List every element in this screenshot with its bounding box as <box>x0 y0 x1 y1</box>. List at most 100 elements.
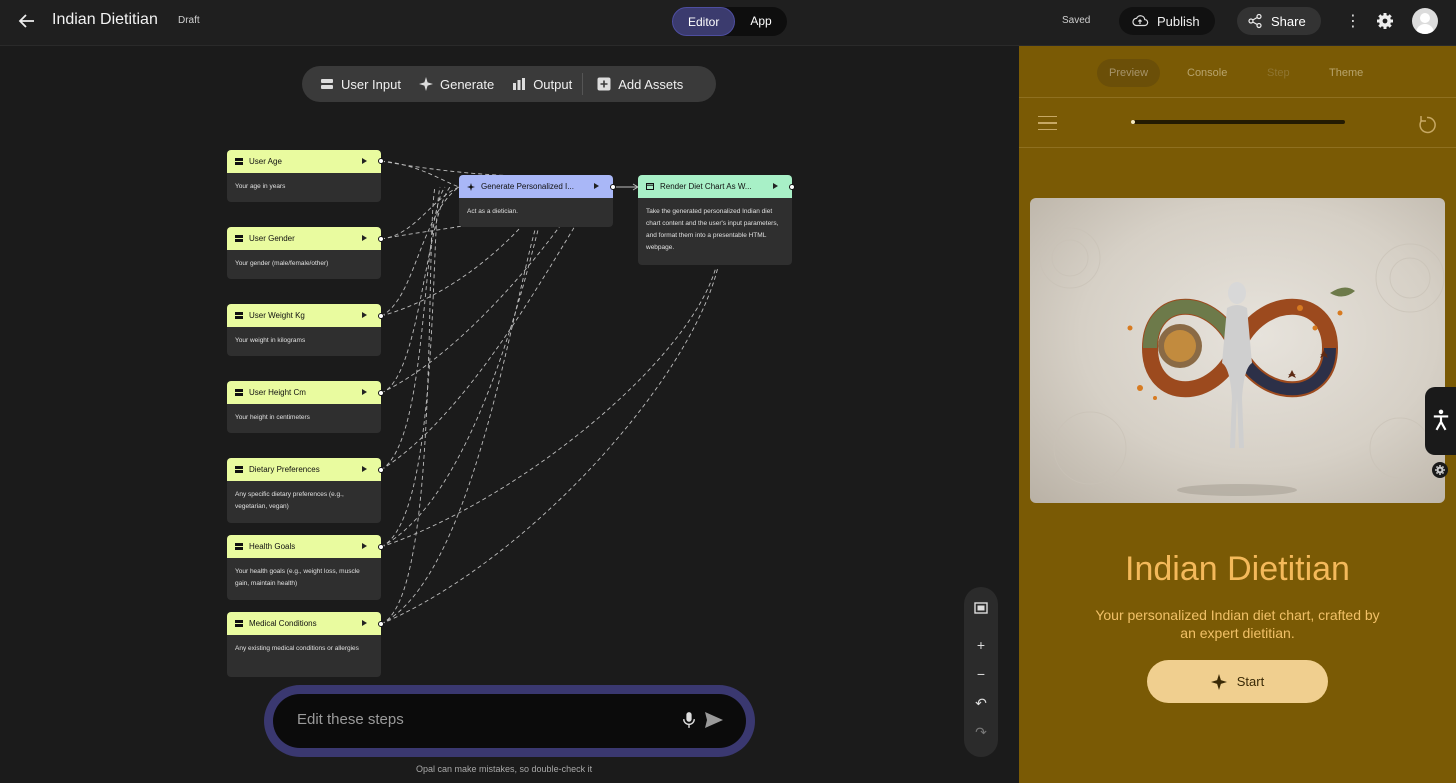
node-header[interactable]: Render Diet Chart As W... <box>638 175 792 198</box>
output-port[interactable] <box>789 184 795 190</box>
back-arrow-icon[interactable] <box>16 10 38 32</box>
disclaimer-text: Opal can make mistakes, so double-check … <box>416 764 593 774</box>
node-header[interactable]: User Gender <box>227 227 381 250</box>
more-options-icon[interactable]: ⋮ <box>1345 11 1361 31</box>
node-generate-personalized[interactable]: Generate Personalized I... Act as a diet… <box>459 175 616 227</box>
input-node-icon <box>235 389 243 396</box>
node-user-age[interactable]: User Age Your age in years <box>227 150 384 202</box>
node-header[interactable]: Generate Personalized I... <box>459 175 613 198</box>
input-node-icon <box>235 466 243 473</box>
diet-illustration <box>1039 227 1445 496</box>
node-description: Your health goals (e.g., weight loss, mu… <box>235 568 360 587</box>
microphone-icon[interactable] <box>682 710 696 730</box>
node-description: Your age in years <box>235 183 286 190</box>
user-input-tool[interactable]: User Input <box>320 77 401 92</box>
sparkle-icon <box>467 182 475 191</box>
output-port[interactable] <box>378 544 384 550</box>
node-user-gender[interactable]: User Gender Your gender (male/female/oth… <box>227 227 384 279</box>
settings-gear-icon[interactable] <box>1375 11 1395 31</box>
tab-console[interactable]: Console <box>1187 59 1227 87</box>
node-description: Take the generated personalized Indian d… <box>646 208 779 251</box>
output-chart-icon <box>513 78 526 90</box>
send-icon[interactable] <box>704 711 724 729</box>
widget-settings-icon[interactable] <box>1432 462 1448 478</box>
user-avatar[interactable] <box>1412 8 1438 34</box>
editor-mode-button[interactable]: Editor <box>672 7 736 36</box>
node-description: Your weight in kilograms <box>235 337 306 344</box>
zoom-in-icon[interactable]: + <box>964 637 998 653</box>
node-connections <box>380 160 719 625</box>
canvas-toolbar: User Input Generate Output Add Assets <box>302 66 716 102</box>
run-node-icon[interactable] <box>773 183 778 189</box>
undo-icon[interactable]: ↶ <box>964 695 998 712</box>
publish-button[interactable]: Publish <box>1119 7 1215 35</box>
app-mode-button[interactable]: App <box>735 7 786 36</box>
tab-theme[interactable]: Theme <box>1329 59 1363 87</box>
generate-tool[interactable]: Generate <box>418 77 494 92</box>
user-input-icon <box>321 79 333 89</box>
user-input-label: User Input <box>341 76 401 92</box>
output-port[interactable] <box>378 158 384 164</box>
progress-fill <box>1131 120 1135 124</box>
node-description: Act as a dietician. <box>467 208 518 215</box>
run-node-icon[interactable] <box>362 543 367 549</box>
output-port[interactable] <box>378 236 384 242</box>
node-title: User Age <box>249 157 282 166</box>
node-header[interactable]: Dietary Preferences <box>227 458 381 481</box>
node-title: Dietary Preferences <box>249 465 320 474</box>
output-label: Output <box>533 76 573 92</box>
output-port[interactable] <box>610 184 616 190</box>
node-health-goals[interactable]: Health Goals Your health goals (e.g., we… <box>227 535 384 600</box>
node-medical-conditions[interactable]: Medical Conditions Any existing medical … <box>227 612 384 677</box>
add-assets-tool[interactable]: Add Assets <box>597 77 683 92</box>
node-dietary-preferences[interactable]: Dietary Preferences Any specific dietary… <box>227 458 384 523</box>
node-header[interactable]: User Weight Kg <box>227 304 381 327</box>
run-node-icon[interactable] <box>362 466 367 472</box>
tab-step[interactable]: Step <box>1267 59 1290 87</box>
output-port[interactable] <box>378 467 384 473</box>
accessibility-icon <box>1433 409 1449 431</box>
output-port[interactable] <box>378 313 384 319</box>
output-tool[interactable]: Output <box>512 77 572 92</box>
zoom-out-icon[interactable]: − <box>964 666 998 682</box>
add-box-icon <box>597 77 611 91</box>
run-node-icon[interactable] <box>362 312 367 318</box>
accessibility-widget[interactable] <box>1425 387 1456 455</box>
node-header[interactable]: User Height Cm <box>227 381 381 404</box>
start-button[interactable]: Start <box>1147 660 1328 703</box>
output-port[interactable] <box>378 621 384 627</box>
app-title[interactable]: Indian Dietitian <box>52 11 158 29</box>
save-status: Saved <box>1062 15 1091 26</box>
run-node-icon[interactable] <box>362 235 367 241</box>
fit-screen-icon[interactable] <box>964 601 998 615</box>
node-title: User Height Cm <box>249 388 306 397</box>
preview-panel: Preview Console Step Theme Indian Dietit… <box>1019 46 1456 783</box>
restart-icon[interactable] <box>1416 114 1438 136</box>
edit-steps-input[interactable]: Edit these steps <box>297 711 404 728</box>
input-node-icon <box>235 235 243 242</box>
tab-preview[interactable]: Preview <box>1097 59 1161 87</box>
run-node-icon[interactable] <box>362 620 367 626</box>
node-user-weight[interactable]: User Weight Kg Your weight in kilograms <box>227 304 384 356</box>
node-title: Generate Personalized I... <box>481 182 574 191</box>
node-render-diet-chart[interactable]: Render Diet Chart As W... Take the gener… <box>638 175 795 265</box>
node-header[interactable]: Health Goals <box>227 535 381 558</box>
node-header[interactable]: Medical Conditions <box>227 612 381 635</box>
node-user-height[interactable]: User Height Cm Your height in centimeter… <box>227 381 384 433</box>
mode-switcher: Editor App <box>672 7 787 36</box>
run-node-icon[interactable] <box>362 389 367 395</box>
node-description: Any existing medical conditions or aller… <box>235 645 359 652</box>
input-node-icon <box>235 158 243 165</box>
edit-steps-bar: Edit these steps <box>264 685 755 757</box>
edit-steps-input-wrapper[interactable]: Edit these steps <box>273 694 746 748</box>
app-preview-title: Indian Dietitian <box>1125 550 1350 588</box>
add-assets-label: Add Assets <box>618 76 684 92</box>
menu-icon[interactable] <box>1038 116 1057 130</box>
output-port[interactable] <box>378 390 384 396</box>
share-button[interactable]: Share <box>1237 7 1321 35</box>
hero-image <box>1030 198 1445 503</box>
node-header[interactable]: User Age <box>227 150 381 173</box>
run-node-icon[interactable] <box>594 183 599 189</box>
run-node-icon[interactable] <box>362 158 367 164</box>
redo-icon[interactable]: ↷ <box>964 724 998 741</box>
